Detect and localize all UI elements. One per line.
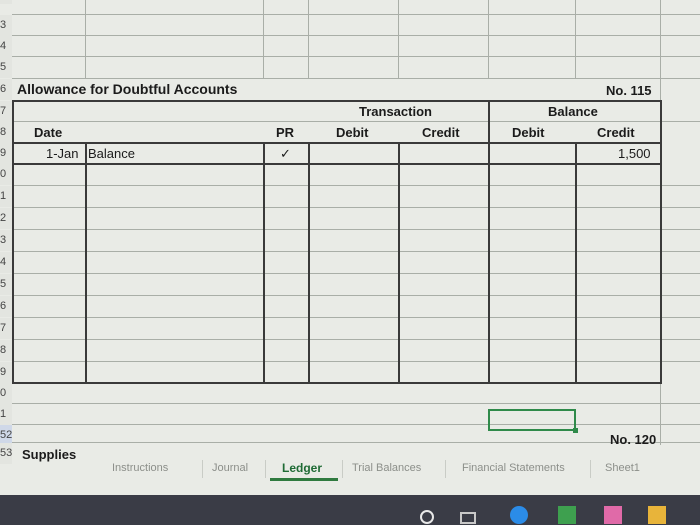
transaction-header[interactable]: Transaction — [359, 101, 432, 122]
row-number[interactable]: 8 — [0, 122, 12, 143]
fill-handle[interactable] — [573, 428, 578, 433]
row-number[interactable]: 2 — [0, 0, 12, 4]
entry-date[interactable]: 1-Jan — [46, 143, 79, 164]
entry-description[interactable]: Balance — [88, 143, 135, 164]
balance-header[interactable]: Balance — [548, 101, 598, 122]
tab-financial-statements[interactable]: Financial Statements — [462, 457, 565, 479]
active-tab-indicator — [270, 478, 338, 481]
entry-balance-credit[interactable]: 1,500 — [618, 143, 651, 164]
row-number[interactable]: 53 — [0, 443, 12, 464]
sheet-tabs: Instructions Journal Ledger Trial Balanc… — [100, 457, 700, 483]
search-icon[interactable] — [420, 510, 434, 524]
account-title[interactable]: Allowance for Doubtful Accounts — [17, 79, 237, 100]
shopping-icon[interactable] — [648, 506, 666, 524]
row-number[interactable]: 3 — [0, 230, 12, 251]
row-number[interactable]: 0 — [0, 164, 12, 185]
tab-instructions[interactable]: Instructions — [112, 457, 168, 479]
tab-sheet1[interactable]: Sheet1 — [605, 457, 640, 479]
row-number[interactable]: 2 — [0, 208, 12, 229]
row-number[interactable]: 5 — [0, 57, 12, 78]
next-account-title[interactable]: Supplies — [22, 444, 76, 465]
next-account-number[interactable]: No. 120 — [610, 429, 656, 450]
balance-credit-column-header[interactable]: Credit — [597, 122, 635, 143]
tab-journal[interactable]: Journal — [212, 457, 248, 479]
credit-column-header[interactable]: Credit — [422, 122, 460, 143]
row-number[interactable]: 7 — [0, 101, 12, 122]
debit-column-header[interactable]: Debit — [336, 122, 369, 143]
row-number[interactable]: 5 — [0, 274, 12, 295]
pr-column-header[interactable]: PR — [276, 122, 294, 143]
row-number[interactable]: 4 — [0, 252, 12, 273]
row-number[interactable]: 4 — [0, 36, 12, 57]
taskbar — [0, 495, 700, 525]
edge-icon[interactable] — [510, 506, 528, 524]
row-number[interactable]: 9 — [0, 362, 12, 383]
balance-debit-column-header[interactable]: Debit — [512, 122, 545, 143]
tab-trial-balances[interactable]: Trial Balances — [352, 457, 421, 479]
task-view-icon[interactable] — [460, 512, 476, 524]
store-icon[interactable] — [558, 506, 576, 524]
selected-cell[interactable] — [488, 409, 576, 431]
row-number[interactable]: 1 — [0, 404, 12, 425]
row-number[interactable]: 8 — [0, 340, 12, 361]
row-number[interactable]: 7 — [0, 318, 12, 339]
date-column-header[interactable]: Date — [34, 122, 62, 143]
tab-ledger[interactable]: Ledger — [282, 457, 322, 479]
row-number[interactable]: 6 — [0, 79, 12, 100]
entry-post-reference-checkmark[interactable]: ✓ — [280, 143, 291, 164]
row-number[interactable]: 6 — [0, 296, 12, 317]
spreadsheet-grid[interactable]: 2 3 4 5 6 7 8 9 0 1 2 3 4 5 6 7 8 9 0 1 … — [0, 0, 700, 525]
account-number[interactable]: No. 115 — [606, 80, 652, 101]
row-number[interactable]: 3 — [0, 15, 12, 36]
mail-icon[interactable] — [604, 506, 622, 524]
row-number[interactable]: 0 — [0, 383, 12, 404]
row-number[interactable]: 1 — [0, 186, 12, 207]
row-number[interactable]: 9 — [0, 143, 12, 164]
